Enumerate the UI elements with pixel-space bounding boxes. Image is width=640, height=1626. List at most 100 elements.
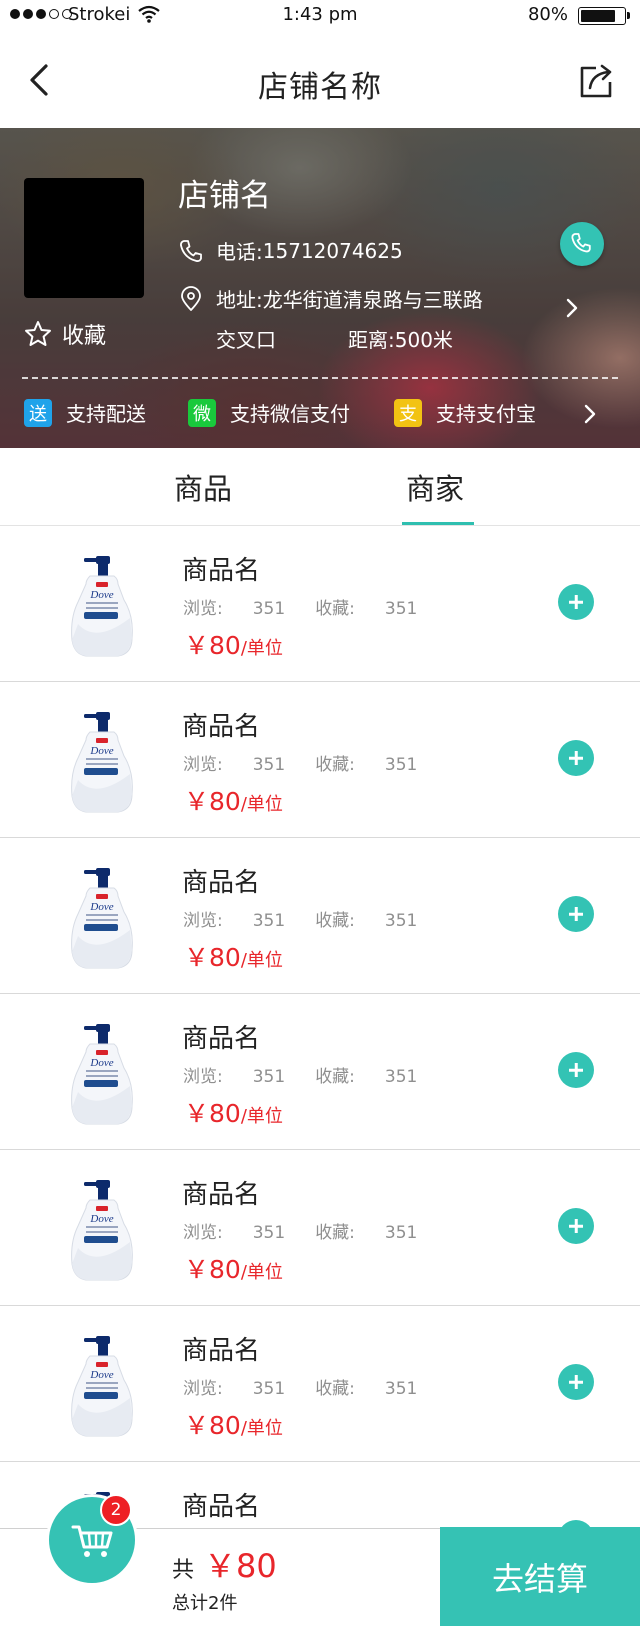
battery-percentage: 80% bbox=[527, 4, 568, 25]
address-line-1: 龙华街道清泉路与三联路 bbox=[262, 288, 483, 312]
service-label: 支持支付宝 bbox=[436, 402, 536, 426]
product-image: Dove bbox=[56, 1334, 146, 1440]
views-count: 351 bbox=[252, 1067, 286, 1087]
product-stats: 浏览: 351 收藏: 351 bbox=[183, 1374, 417, 1399]
views-label: 浏览: bbox=[183, 1379, 223, 1399]
status-bar: Strokei 1:43 pm 80% bbox=[0, 0, 640, 30]
tab-products[interactable]: 商品 bbox=[174, 466, 232, 508]
add-to-cart-button[interactable] bbox=[558, 1364, 594, 1400]
favorites: 收藏: 351 bbox=[315, 599, 417, 619]
product-item[interactable]: Dove 商品名 浏览: 351 收藏: 351 ￥80/单位 bbox=[0, 526, 640, 682]
call-button[interactable] bbox=[560, 222, 604, 266]
favorites: 收藏: 351 bbox=[315, 1223, 417, 1243]
views: 浏览: 351 bbox=[183, 755, 285, 775]
phone-icon bbox=[571, 233, 591, 253]
add-to-cart-button[interactable] bbox=[558, 740, 594, 776]
total-amount: ￥80 bbox=[204, 1547, 277, 1585]
views: 浏览: 351 bbox=[183, 911, 285, 931]
product-image: Dove bbox=[56, 554, 146, 660]
distance-label: 距离: bbox=[348, 328, 395, 352]
service-label: 支持配送 bbox=[66, 402, 146, 426]
product-list: Dove 商品名 浏览: 351 收藏: 351 ￥80/单位 Dove 商品名 浏览… bbox=[0, 526, 640, 1618]
battery-icon bbox=[578, 7, 630, 25]
share-icon[interactable] bbox=[576, 60, 616, 100]
product-price: ￥80/单位 bbox=[184, 782, 283, 818]
product-item[interactable]: Dove 商品名 浏览: 351 收藏: 351 ￥80/单位 bbox=[0, 994, 640, 1150]
checkout-button[interactable]: 去结算 bbox=[440, 1527, 640, 1626]
favorite-button[interactable]: 收藏 bbox=[24, 318, 106, 350]
active-tab-indicator bbox=[402, 522, 474, 525]
distance: 距离:500米 bbox=[348, 324, 453, 353]
product-price: ￥80/单位 bbox=[184, 1094, 283, 1130]
shop-name: 店铺名 bbox=[178, 178, 271, 214]
navigation-bar: 店铺名称 bbox=[0, 30, 640, 128]
views: 浏览: 351 bbox=[183, 599, 285, 619]
product-image: Dove bbox=[56, 1178, 146, 1284]
favorites-count: 351 bbox=[384, 911, 418, 931]
product-image: Dove bbox=[56, 866, 146, 972]
svg-text:Dove: Dove bbox=[89, 1369, 113, 1381]
product-name: 商品名 bbox=[182, 1336, 261, 1366]
favorites-label: 收藏: bbox=[315, 911, 355, 931]
product-item[interactable]: Dove 商品名 浏览: 351 收藏: 351 ￥80/单位 bbox=[0, 838, 640, 994]
product-price: ￥80/单位 bbox=[184, 938, 283, 974]
views-count: 351 bbox=[252, 755, 286, 775]
price-amount: ￥80 bbox=[184, 1255, 241, 1284]
service-delivery: 送 支持配送 bbox=[24, 398, 146, 427]
views: 浏览: 351 bbox=[183, 1223, 285, 1243]
product-name: 商品名 bbox=[182, 1024, 261, 1054]
add-to-cart-button[interactable] bbox=[558, 1208, 594, 1244]
cart-count-badge: 2 bbox=[100, 1494, 132, 1526]
product-price: ￥80/单位 bbox=[184, 1250, 283, 1286]
favorite-label: 收藏 bbox=[62, 324, 107, 349]
price-unit: /单位 bbox=[240, 950, 283, 971]
product-item[interactable]: Dove 商品名 浏览: 351 收藏: 351 ￥80/单位 bbox=[0, 1150, 640, 1306]
svg-text:Dove: Dove bbox=[89, 901, 113, 913]
add-to-cart-button[interactable] bbox=[558, 1052, 594, 1088]
product-item[interactable]: Dove 商品名 浏览: 351 收藏: 351 ￥80/单位 bbox=[0, 682, 640, 838]
views-count: 351 bbox=[252, 911, 286, 931]
product-stats: 浏览: 351 收藏: 351 bbox=[183, 594, 417, 619]
add-to-cart-button[interactable] bbox=[558, 896, 594, 932]
add-to-cart-button[interactable] bbox=[558, 584, 594, 620]
phone-icon bbox=[180, 239, 202, 262]
product-stats: 浏览: 351 收藏: 351 bbox=[183, 1062, 417, 1087]
price-amount: ￥80 bbox=[184, 631, 241, 660]
product-name: 商品名 bbox=[182, 1180, 261, 1210]
svg-text:Dove: Dove bbox=[89, 745, 113, 757]
favorites-label: 收藏: bbox=[315, 1067, 355, 1087]
product-stats: 浏览: 351 收藏: 351 bbox=[183, 750, 417, 775]
views-label: 浏览: bbox=[183, 911, 223, 931]
total-prefix: 共 bbox=[172, 1558, 195, 1583]
chevron-right-icon[interactable] bbox=[562, 296, 582, 320]
favorites-count: 351 bbox=[384, 1379, 418, 1399]
favorites-count: 351 bbox=[384, 755, 418, 775]
shop-address-row: 地址: 龙华街道清泉路与三联路 bbox=[178, 284, 483, 313]
favorites-count: 351 bbox=[384, 599, 418, 619]
product-price: ￥80/单位 bbox=[184, 1406, 283, 1442]
service-wechat-pay: 微 支持微信支付 bbox=[188, 398, 350, 427]
divider bbox=[22, 377, 618, 379]
views: 浏览: 351 bbox=[183, 1067, 285, 1087]
star-icon bbox=[25, 321, 51, 346]
shop-header: 收藏 店铺名 电话: 15712074625 地址: 龙华街道清泉路与三联路 交… bbox=[0, 128, 640, 448]
distance-value: 500米 bbox=[394, 328, 453, 352]
chevron-right-icon[interactable] bbox=[580, 402, 600, 426]
tab-merchant[interactable]: 商家 bbox=[406, 466, 464, 508]
favorites: 收藏: 351 bbox=[315, 1067, 417, 1087]
views: 浏览: 351 bbox=[183, 1379, 285, 1399]
favorites: 收藏: 351 bbox=[315, 911, 417, 931]
price-unit: /单位 bbox=[240, 1262, 283, 1283]
price-unit: /单位 bbox=[240, 794, 283, 815]
svg-text:Dove: Dove bbox=[89, 1213, 113, 1225]
price-amount: ￥80 bbox=[184, 1099, 241, 1128]
product-item[interactable]: Dove 商品名 浏览: 351 收藏: 351 ￥80/单位 bbox=[0, 1306, 640, 1462]
price-amount: ￥80 bbox=[184, 1411, 241, 1440]
cart-total: 共 ￥80 bbox=[172, 1541, 277, 1587]
views-label: 浏览: bbox=[183, 1067, 223, 1087]
tab-bar: 商品 商家 bbox=[0, 448, 640, 526]
views-count: 351 bbox=[252, 1223, 286, 1243]
favorites: 收藏: 351 bbox=[315, 1379, 417, 1399]
item-count: 总计2件 bbox=[172, 1593, 238, 1614]
service-label: 支持微信支付 bbox=[230, 402, 350, 426]
